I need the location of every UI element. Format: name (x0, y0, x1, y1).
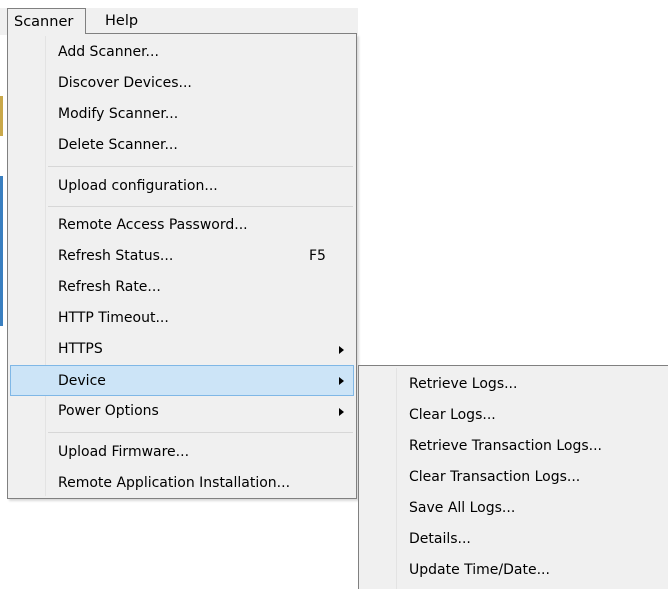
submenu-item-update-time-date[interactable]: Update Time/Date... (361, 555, 667, 586)
menu-separator (48, 206, 353, 207)
submenu-item-retrieve-logs[interactable]: Retrieve Logs... (361, 369, 667, 400)
menu-item-label: Update Time/Date... (409, 562, 550, 578)
shortcut-label: F5 (309, 248, 326, 264)
menu-item-https[interactable]: HTTPS (10, 334, 354, 365)
menu-item-label: Upload Firmware... (58, 444, 190, 460)
menu-item-power-options[interactable]: Power Options (10, 396, 354, 427)
device-submenu: Retrieve Logs... Clear Logs... Retrieve … (358, 365, 668, 589)
menu-scanner[interactable]: Scanner (7, 8, 86, 35)
submenu-arrow-icon (339, 346, 344, 354)
menu-item-label: Clear Logs... (409, 407, 496, 423)
menu-item-modify-scanner[interactable]: Modify Scanner... (10, 99, 354, 130)
submenu-item-retrieve-transaction-logs[interactable]: Retrieve Transaction Logs... (361, 431, 667, 462)
menu-item-label: Device (58, 373, 106, 389)
menu-item-label: HTTPS (58, 341, 103, 357)
menu-item-label: Clear Transaction Logs... (409, 469, 581, 485)
menu-item-label: Details... (409, 531, 471, 547)
menu-item-discover-devices[interactable]: Discover Devices... (10, 68, 354, 99)
menu-item-label: Refresh Status... (58, 248, 174, 264)
menu-help[interactable]: Help (105, 8, 138, 35)
submenu-item-details[interactable]: Details... (361, 524, 667, 555)
menu-item-label: Save All Logs... (409, 500, 516, 516)
menu-item-label: Retrieve Logs... (409, 376, 518, 392)
menu-item-refresh-rate[interactable]: Refresh Rate... (10, 272, 354, 303)
menu-item-label: Add Scanner... (58, 44, 159, 60)
menu-bar: Scanner Help (0, 8, 358, 35)
submenu-item-clear-logs[interactable]: Clear Logs... (361, 400, 667, 431)
menu-item-label: Modify Scanner... (58, 106, 179, 122)
menu-item-label: Remote Access Password... (58, 217, 248, 233)
submenu-item-save-all-logs[interactable]: Save All Logs... (361, 493, 667, 524)
menu-separator (48, 166, 353, 167)
menu-item-remote-application-installation[interactable]: Remote Application Installation... (10, 468, 354, 499)
menu-item-upload-configuration[interactable]: Upload configuration... (10, 171, 354, 202)
menu-item-label: Power Options (58, 403, 159, 419)
background-window-edge (0, 96, 3, 136)
submenu-item-clear-transaction-logs[interactable]: Clear Transaction Logs... (361, 462, 667, 493)
menu-item-delete-scanner[interactable]: Delete Scanner... (10, 130, 354, 161)
menu-item-label: Remote Application Installation... (58, 475, 291, 491)
menu-item-label: Delete Scanner... (58, 137, 178, 153)
scanner-dropdown-menu: Add Scanner... Discover Devices... Modif… (7, 33, 357, 499)
submenu-arrow-icon (339, 377, 344, 385)
menu-item-http-timeout[interactable]: HTTP Timeout... (10, 303, 354, 334)
menu-separator (48, 432, 353, 433)
menu-item-refresh-status[interactable]: Refresh Status... F5 (10, 241, 354, 272)
menu-item-device[interactable]: Device (10, 365, 354, 396)
menu-item-label: Retrieve Transaction Logs... (409, 438, 602, 454)
menu-item-upload-firmware[interactable]: Upload Firmware... (10, 437, 354, 468)
menu-item-label: Discover Devices... (58, 75, 192, 91)
submenu-arrow-icon (339, 408, 344, 416)
menu-item-remote-access-password[interactable]: Remote Access Password... (10, 210, 354, 241)
menu-item-label: Upload configuration... (58, 178, 218, 194)
menu-item-add-scanner[interactable]: Add Scanner... (10, 37, 354, 68)
menu-item-label: Refresh Rate... (58, 279, 161, 295)
background-window-edge (0, 176, 3, 326)
menu-item-label: HTTP Timeout... (58, 310, 169, 326)
